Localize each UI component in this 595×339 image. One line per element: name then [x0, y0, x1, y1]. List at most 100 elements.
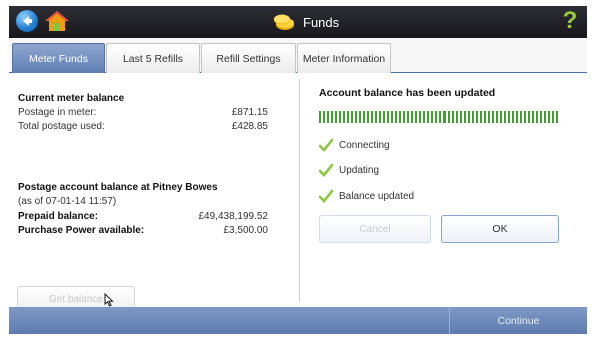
- step-updating: Updating: [319, 162, 379, 178]
- progress-segment: [515, 111, 518, 123]
- progress-segment: [555, 111, 558, 123]
- update-status-panel: Account balance has been updated Connect…: [300, 73, 587, 307]
- progress-segment: [327, 111, 330, 123]
- prepaid-balance-value: £49,438,199.52: [198, 211, 268, 222]
- page-title: Funds: [303, 14, 340, 30]
- progress-segment: [495, 111, 498, 123]
- checkmark-icon: [319, 138, 333, 152]
- coins-icon: [274, 14, 294, 30]
- tab-meter-funds[interactable]: Meter Funds: [12, 43, 105, 73]
- progress-segment: [343, 111, 346, 123]
- progress-segment: [323, 111, 326, 123]
- bottom-bar: Continue: [9, 307, 587, 334]
- checkmark-icon: [319, 189, 333, 203]
- progress-segment: [411, 111, 414, 123]
- progress-segment: [499, 111, 502, 123]
- progress-segment: [535, 111, 538, 123]
- progress-segment: [335, 111, 338, 123]
- progress-segment: [507, 111, 510, 123]
- balance-panel: Current meter balance Postage in meter: …: [9, 73, 298, 313]
- progress-segment: [467, 111, 470, 123]
- progress-segment: [547, 111, 550, 123]
- cancel-button[interactable]: Cancel: [319, 215, 431, 243]
- app-window: Funds ? Meter Funds Last 5 Refills Refil…: [9, 6, 587, 334]
- progress-segment: [395, 111, 398, 123]
- prepaid-balance-label: Prepaid balance:: [18, 211, 99, 222]
- progress-segment: [339, 111, 342, 123]
- progress-segment: [519, 111, 522, 123]
- progress-segment: [479, 111, 482, 123]
- status-heading: Account balance has been updated: [319, 87, 496, 99]
- progress-segment: [399, 111, 402, 123]
- mouse-cursor-icon: [104, 293, 114, 307]
- progress-segment: [363, 111, 366, 123]
- home-icon[interactable]: [44, 9, 70, 33]
- progress-segment: [351, 111, 354, 123]
- progress-segment: [375, 111, 378, 123]
- progress-segment: [543, 111, 546, 123]
- total-postage-used-label: Total postage used:: [18, 121, 105, 132]
- account-balance-heading: Postage account balance at Pitney Bowes: [18, 182, 218, 193]
- progress-segment: [487, 111, 490, 123]
- tab-meter-information[interactable]: Meter Information: [297, 43, 391, 73]
- progress-segment: [347, 111, 350, 123]
- continue-button[interactable]: Continue: [449, 307, 587, 334]
- progress-segment: [443, 111, 446, 123]
- total-postage-used-value: £428.85: [231, 121, 268, 132]
- progress-segment: [503, 111, 506, 123]
- progress-segment: [371, 111, 374, 123]
- step-label: Updating: [339, 164, 380, 176]
- progress-segment: [523, 111, 526, 123]
- help-icon[interactable]: ?: [561, 7, 579, 35]
- update-progress-bar: [319, 111, 558, 123]
- progress-segment: [491, 111, 494, 123]
- step-connecting: Connecting: [319, 137, 390, 153]
- checkmark-icon: [319, 163, 333, 177]
- progress-segment: [527, 111, 530, 123]
- postage-in-meter-label: Postage in meter:: [18, 107, 97, 118]
- progress-segment: [451, 111, 454, 123]
- progress-segment: [471, 111, 474, 123]
- progress-segment: [439, 111, 442, 123]
- tab-refill-settings[interactable]: Refill Settings: [201, 43, 296, 73]
- step-balance-updated: Balance updated: [319, 188, 414, 204]
- progress-segment: [483, 111, 486, 123]
- progress-segment: [435, 111, 438, 123]
- step-label: Connecting: [339, 139, 390, 151]
- top-bar: Funds ?: [9, 6, 587, 38]
- purchase-power-label: Purchase Power available:: [18, 225, 145, 236]
- progress-segment: [367, 111, 370, 123]
- as-of-timestamp: (as of 07-01-14 11:57): [18, 196, 117, 207]
- purchase-power-value: £3,500.00: [223, 225, 269, 236]
- progress-segment: [455, 111, 458, 123]
- progress-segment: [355, 111, 358, 123]
- progress-segment: [423, 111, 426, 123]
- progress-segment: [427, 111, 430, 123]
- progress-segment: [551, 111, 554, 123]
- title-group: Funds: [273, 6, 339, 38]
- progress-segment: [447, 111, 450, 123]
- progress-segment: [359, 111, 362, 123]
- progress-segment: [415, 111, 418, 123]
- progress-segment: [475, 111, 478, 123]
- progress-segment: [331, 111, 334, 123]
- meter-balance-heading: Current meter balance: [18, 93, 125, 104]
- step-label: Balance updated: [339, 190, 415, 202]
- tab-last-5-refills[interactable]: Last 5 Refills: [106, 43, 200, 73]
- progress-segment: [319, 111, 322, 123]
- progress-segment: [379, 111, 382, 123]
- progress-segment: [431, 111, 434, 123]
- progress-segment: [539, 111, 542, 123]
- get-balance-label: Get balance: [49, 294, 103, 305]
- progress-segment: [419, 111, 422, 123]
- back-arrow-icon[interactable]: [16, 10, 38, 32]
- ok-button[interactable]: OK: [441, 215, 559, 243]
- progress-segment: [383, 111, 386, 123]
- progress-segment: [459, 111, 462, 123]
- progress-segment: [407, 111, 410, 123]
- tab-bar: Meter Funds Last 5 Refills Refill Settin…: [9, 38, 587, 73]
- progress-segment: [511, 111, 514, 123]
- progress-segment: [531, 111, 534, 123]
- progress-segment: [463, 111, 466, 123]
- progress-segment: [403, 111, 406, 123]
